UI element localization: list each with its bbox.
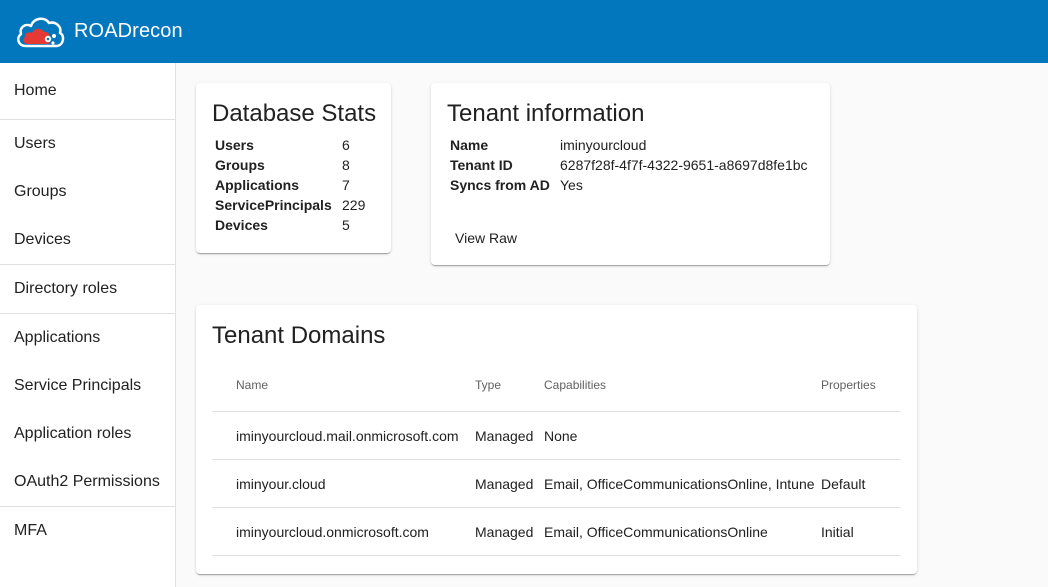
sidebar-item-label: Devices	[14, 231, 71, 248]
sidebar-item-mfa[interactable]: MFA	[0, 507, 175, 555]
tenant-field-value: iminyourcloud	[560, 137, 647, 153]
card-title: Tenant Domains	[212, 322, 386, 349]
stat-value: 8	[342, 157, 350, 173]
sidebar-item-label: Home	[14, 82, 57, 99]
card-title: Tenant information	[447, 100, 645, 127]
sidebar-item-label: Groups	[14, 183, 67, 200]
column-header-type[interactable]: Type	[475, 378, 501, 392]
sidebar-item-label: Application roles	[14, 425, 132, 442]
tenant-info-card: Tenant information Name iminyourcloud Te…	[431, 83, 830, 265]
domain-capabilities-cell: Email, OfficeCommunicationsOnline	[544, 524, 768, 540]
sidebar-item-label: Applications	[14, 329, 101, 346]
domain-name-cell: iminyour.cloud	[236, 476, 326, 492]
stat-label: Applications	[215, 177, 300, 193]
app-header: ROADrecon	[0, 0, 1048, 63]
sidebar-item-service-principals[interactable]: Service Principals	[0, 362, 175, 410]
stat-value: 6	[342, 137, 350, 153]
stats-row-service-principals: ServicePrincipals 229	[215, 197, 385, 217]
view-raw-button[interactable]: View Raw	[447, 224, 525, 252]
domain-type-cell: Managed	[475, 428, 534, 444]
stats-row-users: Users 6	[215, 137, 385, 157]
tenant-row-syncs: Syncs from AD Yes	[450, 177, 820, 197]
database-stats-card: Database Stats Users 6 Groups 8 Applicat…	[196, 83, 391, 253]
domain-name-cell: iminyourcloud.mail.onmicrosoft.com	[236, 428, 459, 444]
sidebar: Home Users Groups Devices Directory role…	[0, 63, 176, 587]
tenant-field-label: Name	[450, 137, 489, 153]
card-title: Database Stats	[212, 100, 377, 127]
tenant-row-id: Tenant ID 6287f28f-4f7f-4322-9651-a8697d…	[450, 157, 820, 177]
sidebar-item-application-roles[interactable]: Application roles	[0, 410, 175, 458]
stat-label: Devices	[215, 217, 268, 233]
tenant-field-value: 6287f28f-4f7f-4322-9651-a8697d8fe1bc	[560, 157, 808, 173]
tenant-field-value: Yes	[560, 177, 583, 193]
stat-label: Users	[215, 137, 254, 153]
column-header-name[interactable]: Name	[236, 378, 268, 392]
table-row: iminyourcloud.onmicrosoft.com Managed Em…	[212, 508, 901, 556]
table-row: iminyourcloud.mail.onmicrosoft.com Manag…	[212, 412, 901, 460]
stat-value: 229	[342, 197, 366, 213]
tenant-domains-card: Tenant Domains Name Type Capabilities Pr…	[196, 305, 917, 574]
stat-label: ServicePrincipals	[215, 197, 332, 213]
stat-value: 7	[342, 177, 350, 193]
sidebar-item-home[interactable]: Home	[0, 63, 175, 120]
stats-row-devices: Devices 5	[215, 217, 385, 237]
stat-label: Groups	[215, 157, 265, 173]
tenant-row-name: Name iminyourcloud	[450, 137, 820, 157]
domain-name-cell: iminyourcloud.onmicrosoft.com	[236, 524, 429, 540]
stats-row-groups: Groups 8	[215, 157, 385, 177]
sidebar-item-groups[interactable]: Groups	[0, 168, 175, 216]
sidebar-item-label: Directory roles	[14, 280, 118, 297]
sidebar-item-users[interactable]: Users	[0, 120, 175, 168]
sidebar-item-label: OAuth2 Permissions	[14, 473, 160, 490]
sidebar-item-label: Service Principals	[14, 377, 142, 394]
sidebar-item-oauth2-permissions[interactable]: OAuth2 Permissions	[0, 458, 175, 507]
column-header-capabilities[interactable]: Capabilities	[544, 378, 606, 392]
domain-capabilities-cell: Email, OfficeCommunicationsOnline, Intun…	[544, 476, 815, 492]
domain-type-cell: Managed	[475, 524, 534, 540]
domain-properties-cell: Initial	[821, 524, 854, 540]
table-row: iminyour.cloud Managed Email, OfficeComm…	[212, 460, 901, 508]
sidebar-item-applications[interactable]: Applications	[0, 314, 175, 362]
app-title: ROADrecon	[74, 20, 183, 42]
tenant-field-label: Syncs from AD	[450, 177, 550, 193]
sidebar-item-label: MFA	[14, 522, 47, 539]
stats-row-applications: Applications 7	[215, 177, 385, 197]
domains-table: Name Type Capabilities Properties iminyo…	[212, 364, 901, 556]
column-header-properties[interactable]: Properties	[821, 378, 876, 392]
sidebar-item-directory-roles[interactable]: Directory roles	[0, 265, 175, 314]
sidebar-item-devices[interactable]: Devices	[0, 216, 175, 265]
cloud-logo-icon	[17, 17, 65, 47]
tenant-field-label: Tenant ID	[450, 157, 513, 173]
domain-capabilities-cell: None	[544, 428, 578, 444]
domain-type-cell: Managed	[475, 476, 534, 492]
table-header: Name Type Capabilities Properties	[212, 364, 901, 412]
sidebar-item-label: Users	[14, 135, 56, 152]
domain-properties-cell: Default	[821, 476, 866, 492]
stat-value: 5	[342, 217, 350, 233]
